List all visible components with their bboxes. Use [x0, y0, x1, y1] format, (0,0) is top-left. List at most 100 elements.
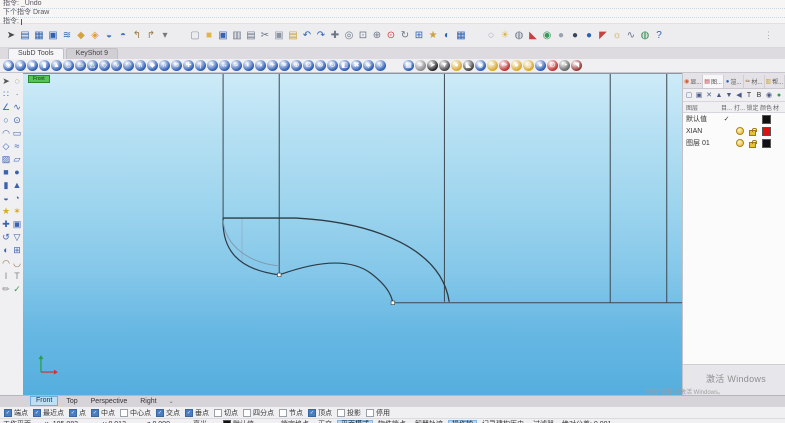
osnap-item-切点[interactable]: 切点 — [214, 408, 238, 418]
scale-icon[interactable]: ▽ — [12, 232, 22, 243]
pencil-red-icon[interactable]: ✏ — [499, 60, 510, 71]
units-cell[interactable]: 毫米 — [193, 419, 223, 423]
subd-unweld-icon[interactable]: ⊙ — [327, 60, 338, 71]
gear-yellow-icon[interactable]: ☼ — [610, 29, 624, 43]
new-sublayer-icon[interactable]: ▣ — [695, 91, 703, 99]
move-layer-up-icon[interactable]: ▲ — [715, 92, 723, 99]
sphere-dark-icon[interactable]: ● — [568, 29, 582, 43]
redo-icon[interactable]: ↷ — [314, 29, 328, 43]
osnap-item-停用[interactable]: 停用 — [366, 408, 390, 418]
osnap-checkbox[interactable] — [243, 408, 251, 417]
status-toggle-正交[interactable]: 正交 — [314, 420, 336, 423]
status-toggle-物件锁点[interactable]: 物件锁点 — [374, 420, 410, 423]
status-toggle-过滤器[interactable]: 过滤器 — [529, 420, 558, 423]
zoom-extents-icon[interactable]: ⊕ — [370, 29, 384, 43]
globe-icon[interactable]: ● — [775, 92, 783, 99]
layer-color-cell[interactable] — [759, 126, 773, 136]
paste-icon[interactable]: ▤ — [286, 29, 300, 43]
globe-blue-icon[interactable]: ◉ — [475, 60, 486, 71]
pan-icon[interactable]: ✚ — [328, 29, 342, 43]
osnap-checkbox[interactable] — [337, 408, 345, 417]
osnap-item-最近点[interactable]: ✓ 最近点 — [33, 408, 64, 418]
y-axis-arrowhead[interactable] — [38, 355, 44, 360]
help-icon[interactable]: ? — [652, 29, 666, 43]
box-icon[interactable]: ■ — [1, 167, 11, 178]
new-layer-icon[interactable]: ▢ — [685, 91, 693, 99]
layer-color-cell[interactable] — [759, 138, 773, 148]
viewport-tab-perspective[interactable]: Perspective — [86, 397, 133, 406]
status-toggle-平面模式[interactable]: 平面模式 — [337, 419, 373, 423]
subd-bevel-icon[interactable]: ◆ — [147, 60, 158, 71]
array-icon[interactable]: ⊞ — [12, 245, 22, 256]
ellipse-icon[interactable]: ⊙ — [12, 115, 22, 126]
osnap-checkbox[interactable]: ✓ — [33, 408, 41, 417]
lasso-icon[interactable]: ◌ — [12, 76, 22, 87]
wrench-dark-icon[interactable]: ◣ — [463, 60, 474, 71]
basket-open-icon[interactable]: ◒ — [102, 29, 116, 43]
subd-align-icon[interactable]: ≡ — [279, 60, 290, 71]
file-properties-icon[interactable]: ▤ — [18, 29, 32, 43]
osnap-checkbox[interactable]: ✓ — [69, 408, 77, 417]
plane-icon[interactable]: ▱ — [12, 154, 22, 165]
polygon-icon[interactable]: ◇ — [1, 141, 11, 152]
osnap-item-垂点[interactable]: ✓ 垂点 — [185, 408, 209, 418]
filter-b-icon[interactable]: B — [755, 92, 763, 99]
zoom-dynamic-icon[interactable]: ◎ — [342, 29, 356, 43]
osnap-checkbox[interactable] — [279, 408, 287, 417]
panel-tab-help[interactable]: ▥ 帮... — [765, 75, 785, 88]
sphere-blue-icon[interactable]: ● — [582, 29, 596, 43]
rotate-icon[interactable]: ↺ — [1, 232, 11, 243]
status-toggle-智慧轨迹[interactable]: 智慧轨迹 — [411, 420, 447, 423]
status-toggle-记录建构历史[interactable]: 记录建构历史 — [478, 420, 528, 423]
surface-tools-icon[interactable]: ◡ — [12, 258, 22, 269]
zoom-selected-icon[interactable]: ⊙ — [384, 29, 398, 43]
layer-row[interactable]: XIAN — [683, 125, 785, 137]
dimension-icon[interactable]: I — [1, 271, 11, 282]
subd-radiate-icon[interactable]: ☀ — [267, 60, 278, 71]
red-flag-icon[interactable]: ◣ — [526, 29, 540, 43]
toolbar-more-icon[interactable]: ▾ — [158, 29, 172, 43]
layer-lock-cell[interactable] — [746, 127, 759, 136]
freeform-icon[interactable]: ≈ — [12, 141, 22, 152]
s-curve[interactable] — [279, 262, 394, 303]
yellow-star-icon[interactable]: ★ — [1, 206, 11, 217]
osnap-item-端点[interactable]: ✓ 端点 — [4, 408, 28, 418]
select-arrow-icon[interactable]: ➤ — [4, 29, 18, 43]
save-file-icon[interactable]: ▣ — [216, 29, 230, 43]
osnap-checkbox[interactable]: ✓ — [91, 408, 99, 417]
osnap-checkbox[interactable]: ✓ — [308, 408, 316, 417]
subd-crease-icon[interactable]: ∧ — [135, 60, 146, 71]
list-icon[interactable]: ≡ — [415, 60, 426, 71]
filter-text-icon[interactable]: T — [745, 92, 753, 99]
arrow-ne-icon[interactable]: ◥ — [571, 60, 582, 71]
print-icon[interactable]: ▥ — [230, 29, 244, 43]
subd-symmetry-icon[interactable]: ◐ — [243, 60, 254, 71]
notes-icon[interactable]: ▦ — [32, 29, 46, 43]
subd-select-loop-icon[interactable]: ○ — [375, 60, 386, 71]
cplane-cell[interactable]: 工作平面 — [3, 419, 45, 423]
check-icon[interactable]: ✓ — [12, 284, 22, 295]
no-entry-icon[interactable]: ∅ — [547, 60, 558, 71]
osnap-item-四分点[interactable]: 四分点 — [243, 408, 274, 418]
circle-icon[interactable]: ○ — [1, 115, 11, 126]
yellow-burst-icon[interactable]: ✶ — [12, 206, 22, 217]
curve-point-1[interactable] — [277, 272, 282, 277]
toolbar-grip[interactable]: ⋮ — [764, 30, 773, 41]
polyline-icon[interactable]: ∠ — [1, 102, 11, 113]
surface-icon[interactable]: ▨ — [1, 154, 11, 165]
undo-icon[interactable]: ↶ — [300, 29, 314, 43]
osnap-item-顶点[interactable]: ✓ 顶点 — [308, 408, 332, 418]
arc-icon[interactable]: ◠ — [1, 128, 11, 139]
cane-left-icon[interactable]: ↰ — [130, 29, 144, 43]
copy-icon[interactable]: ▣ — [272, 29, 286, 43]
curve-icon[interactable]: ∿ — [12, 102, 22, 113]
toolbar-tab-keyshot-9[interactable]: KeyShot 9 — [65, 48, 118, 59]
move-layer-down-icon[interactable]: ▼ — [725, 92, 733, 99]
subd-weld-icon[interactable]: ⊗ — [315, 60, 326, 71]
layer-on-cell[interactable] — [733, 127, 746, 135]
zoom-window-icon[interactable]: ⊡ — [356, 29, 370, 43]
heel-arc[interactable] — [222, 218, 280, 276]
paint-bucket-icon[interactable]: ◈ — [88, 29, 102, 43]
move-icon[interactable]: ✚ — [1, 219, 11, 230]
subd-smooth-icon[interactable]: ≈ — [231, 60, 242, 71]
